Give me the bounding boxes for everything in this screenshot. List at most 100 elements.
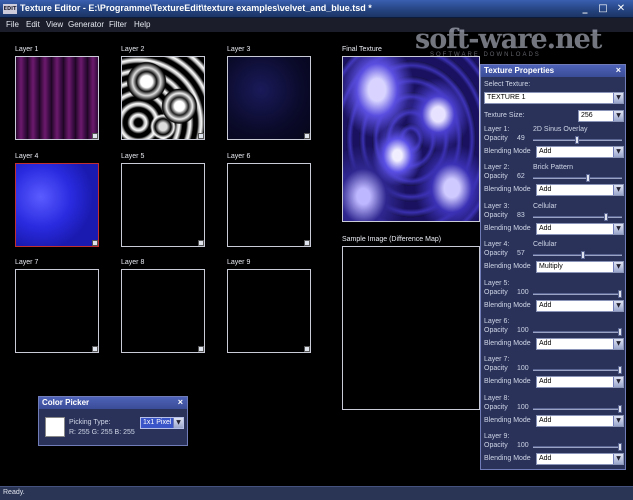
opacity-slider-track[interactable] xyxy=(533,408,622,410)
opacity-value: 100 xyxy=(517,404,529,411)
layer-label: Layer 2 xyxy=(121,46,145,53)
menu-filter[interactable]: Filter xyxy=(109,20,127,29)
menu-generator[interactable]: Generator xyxy=(68,20,104,29)
blending-mode-label: Blending Mode xyxy=(484,225,531,232)
layer-preview[interactable] xyxy=(121,56,205,140)
menu-edit[interactable]: Edit xyxy=(26,20,40,29)
layer-preview[interactable] xyxy=(121,163,205,247)
blending-mode-select[interactable]: Add ▼ xyxy=(536,376,624,388)
chevron-down-icon[interactable]: ▼ xyxy=(613,185,623,195)
layer-label: Layer 7 xyxy=(15,259,39,266)
opacity-slider-track[interactable] xyxy=(533,369,622,371)
layer-label: Layer 9 xyxy=(227,259,251,266)
chevron-down-icon[interactable]: ▼ xyxy=(613,416,623,426)
layer-options-icon[interactable] xyxy=(304,346,310,352)
layer-type: Brick Pattern xyxy=(533,164,574,171)
close-window-button[interactable]: ✕ xyxy=(614,3,628,15)
opacity-slider-track[interactable] xyxy=(533,216,622,218)
blending-mode-value: Add xyxy=(539,378,552,385)
layer-options-icon[interactable] xyxy=(304,133,310,139)
blending-mode-select[interactable]: Add ▼ xyxy=(536,338,624,350)
layer-options-icon[interactable] xyxy=(304,240,310,246)
opacity-slider-thumb[interactable] xyxy=(604,213,608,221)
final-texture-label: Final Texture xyxy=(342,46,382,53)
opacity-slider-thumb[interactable] xyxy=(618,405,622,413)
opacity-slider-thumb[interactable] xyxy=(586,174,590,182)
final-texture-preview[interactable] xyxy=(342,56,480,222)
texture-select[interactable]: TEXTURE 1 ▼ xyxy=(484,92,624,104)
blending-mode-value: Add xyxy=(539,417,552,424)
opacity-slider-thumb[interactable] xyxy=(575,136,579,144)
color-picker-header: Color Picker × xyxy=(39,397,187,409)
layer-preview[interactable] xyxy=(227,163,311,247)
blending-mode-value: Add xyxy=(539,225,552,232)
menu-view[interactable]: View xyxy=(46,20,63,29)
opacity-slider-thumb[interactable] xyxy=(618,290,622,298)
opacity-label: Opacity xyxy=(484,173,508,180)
opacity-label: Opacity xyxy=(484,327,508,334)
layer-options-icon[interactable] xyxy=(198,133,204,139)
layer-preview[interactable] xyxy=(227,269,311,353)
watermark-logo: soft-ware.net xyxy=(415,24,602,55)
opacity-slider-thumb[interactable] xyxy=(618,366,622,374)
opacity-slider-track[interactable] xyxy=(533,177,622,179)
layer-options-icon[interactable] xyxy=(92,133,98,139)
layer-name: Layer 2: xyxy=(484,164,510,171)
opacity-slider-thumb[interactable] xyxy=(618,443,622,451)
layer-preview[interactable] xyxy=(15,56,99,140)
blending-mode-select[interactable]: Multiply ▼ xyxy=(536,261,624,273)
opacity-label: Opacity xyxy=(484,212,508,219)
layer-name: Layer 1: xyxy=(484,126,510,133)
picking-type-select[interactable]: 1x1 Pixel ▼ xyxy=(140,417,184,429)
sample-image-preview[interactable] xyxy=(342,246,480,410)
chevron-down-icon[interactable]: ▼ xyxy=(613,339,623,349)
layer-preview[interactable] xyxy=(227,56,311,140)
menu-help[interactable]: Help xyxy=(134,20,150,29)
chevron-down-icon[interactable]: ▼ xyxy=(613,377,623,387)
blending-mode-select[interactable]: Add ▼ xyxy=(536,223,624,235)
picking-type-value: 1x1 Pixel xyxy=(143,419,172,426)
chevron-down-icon[interactable]: ▼ xyxy=(613,262,623,272)
opacity-slider-track[interactable] xyxy=(533,254,622,256)
panel-title: Texture Properties xyxy=(484,66,555,75)
opacity-label: Opacity xyxy=(484,250,508,257)
layer-preview[interactable] xyxy=(15,269,99,353)
blending-mode-select[interactable]: Add ▼ xyxy=(536,300,624,312)
panel-close-icon[interactable]: × xyxy=(616,65,621,75)
blending-mode-select[interactable]: Add ▼ xyxy=(536,146,624,158)
blending-mode-select[interactable]: Add ▼ xyxy=(536,453,624,465)
minimize-button[interactable]: _ xyxy=(578,3,592,15)
blending-mode-select[interactable]: Add ▼ xyxy=(536,415,624,427)
color-picker-close-icon[interactable]: × xyxy=(178,397,183,407)
opacity-slider-thumb[interactable] xyxy=(618,328,622,336)
layer-options-icon[interactable] xyxy=(198,240,204,246)
texture-size-select[interactable]: 256 ▼ xyxy=(578,110,624,122)
app-icon: EDIT xyxy=(3,4,17,14)
layer-preview[interactable] xyxy=(121,269,205,353)
layer-options-icon[interactable] xyxy=(198,346,204,352)
layer-preview[interactable] xyxy=(15,163,99,247)
chevron-down-icon[interactable]: ▼ xyxy=(173,418,183,428)
maximize-button[interactable]: □ xyxy=(596,3,610,15)
opacity-value: 100 xyxy=(517,327,529,334)
chevron-down-icon[interactable]: ▼ xyxy=(613,454,623,464)
chevron-down-icon[interactable]: ▼ xyxy=(613,111,623,121)
layer-options-icon[interactable] xyxy=(92,240,98,246)
opacity-label: Opacity xyxy=(484,442,508,449)
opacity-slider-thumb[interactable] xyxy=(581,251,585,259)
opacity-slider-track[interactable] xyxy=(533,446,622,448)
chevron-down-icon[interactable]: ▼ xyxy=(613,224,623,234)
select-texture-label: Select Texture: xyxy=(484,81,531,88)
chevron-down-icon[interactable]: ▼ xyxy=(613,301,623,311)
blending-mode-label: Blending Mode xyxy=(484,263,531,270)
layer-options-icon[interactable] xyxy=(92,346,98,352)
blending-mode-value: Multiply xyxy=(539,263,563,270)
chevron-down-icon[interactable]: ▼ xyxy=(613,147,623,157)
opacity-slider-track[interactable] xyxy=(533,331,622,333)
menu-file[interactable]: File xyxy=(6,20,19,29)
chevron-down-icon[interactable]: ▼ xyxy=(613,93,623,103)
opacity-slider-track[interactable] xyxy=(533,293,622,295)
opacity-value: 100 xyxy=(517,365,529,372)
blending-mode-select[interactable]: Add ▼ xyxy=(536,184,624,196)
blending-mode-label: Blending Mode xyxy=(484,340,531,347)
